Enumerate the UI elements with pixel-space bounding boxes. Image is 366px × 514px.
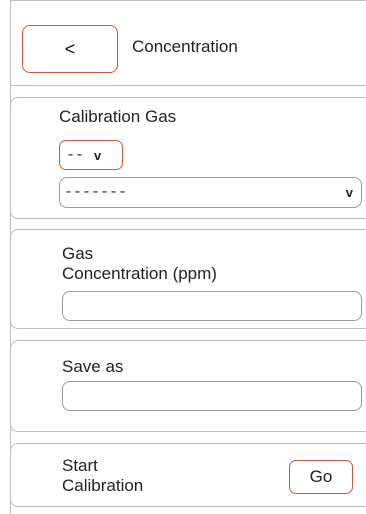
gas-concentration-input[interactable] [62,291,362,321]
gas-select[interactable]: ------- v [59,177,362,208]
gas-concentration-label-line1: Gas [62,244,94,263]
start-calibration-label: Start Calibration [62,456,143,496]
gas-concentration-label-line2: Concentration (ppm) [62,264,217,283]
start-calibration-label-line2: Calibration [62,476,144,495]
chevron-down-icon: v [94,147,102,163]
calibration-gas-label: Calibration Gas [59,107,177,126]
gas-select-value: ------- [64,184,128,201]
go-button[interactable]: Go [289,460,353,494]
save-as-label: Save as [62,357,124,376]
header-bar: < Concentration [10,0,366,86]
back-icon: < [64,38,76,59]
gas-concentration-card: Gas Concentration (ppm) [10,229,366,329]
concentration-screen: < Concentration Calibration Gas -- v ---… [0,0,366,514]
start-calibration-label-line1: Start [62,456,98,475]
save-as-input[interactable] [62,381,362,411]
gas-type-select[interactable]: -- v [59,140,123,170]
back-button[interactable]: < [22,25,118,73]
save-as-card: Save as [10,340,366,432]
calibration-gas-card: Calibration Gas -- v ------- v [10,97,366,219]
chevron-down-icon: v [345,185,353,200]
page-title: Concentration [132,37,238,56]
gas-concentration-label: Gas Concentration (ppm) [62,244,217,284]
gas-type-value: -- [66,146,85,164]
start-calibration-card: Start Calibration Go [10,443,366,507]
